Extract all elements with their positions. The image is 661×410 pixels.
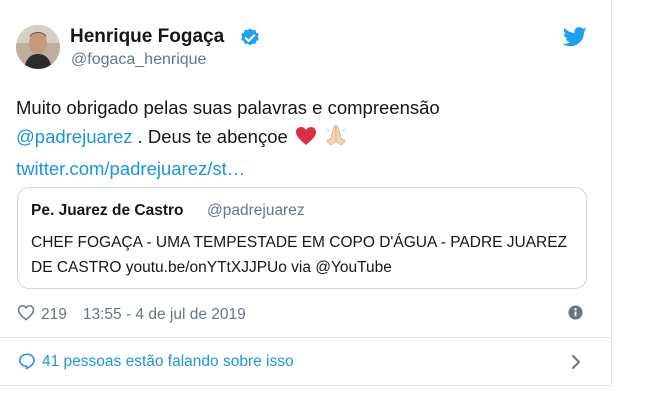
folded-hands-icon (324, 124, 348, 154)
avatar[interactable] (16, 25, 60, 69)
conversation-link[interactable]: 41 pessoas estão falando sobre isso (0, 338, 611, 385)
author-name[interactable]: Henrique Fogaça (70, 26, 224, 48)
tweet-footer: 219 13:55 - 4 de jul de 2019 (17, 304, 246, 326)
quoted-author-handle: @padrejuarez (207, 202, 305, 219)
quoted-tweet[interactable]: Pe. Juarez de Castro @padrejuarez CHEF F… (17, 187, 587, 289)
tweet-link[interactable]: twitter.com/padrejuarez/st… (16, 158, 245, 179)
quoted-tweet-text: CHEF FOGAÇA - UMA TEMPESTADE EM COPO D'Á… (31, 234, 568, 276)
tweet-body-text: Muito obrigado pelas suas palavras e com… (16, 97, 440, 118)
mention-link[interactable]: @padrejuarez (16, 126, 132, 147)
tweet-text: Muito obrigado pelas suas palavras e com… (16, 93, 556, 183)
quoted-author-name: Pe. Juarez de Castro (31, 202, 184, 219)
tweet-body-continuation: . Deus te abençoe (132, 126, 288, 147)
like-count[interactable]: 219 (41, 306, 67, 324)
twitter-bird-icon[interactable] (562, 27, 587, 52)
embedded-tweet-card: Henrique Fogaça @fogaca_henrique Muito o… (0, 0, 612, 386)
verified-badge-icon (239, 27, 261, 54)
red-heart-icon (295, 125, 317, 154)
author-handle[interactable]: @fogaca_henrique (71, 51, 206, 69)
speech-bubble-icon (18, 352, 36, 375)
info-icon[interactable] (568, 305, 583, 325)
tweet-timestamp[interactable]: 13:55 - 4 de jul de 2019 (83, 306, 246, 324)
conversation-label: 41 pessoas estão falando sobre isso (42, 353, 294, 370)
chevron-right-icon (570, 354, 582, 375)
heart-outline-icon[interactable] (17, 304, 35, 326)
